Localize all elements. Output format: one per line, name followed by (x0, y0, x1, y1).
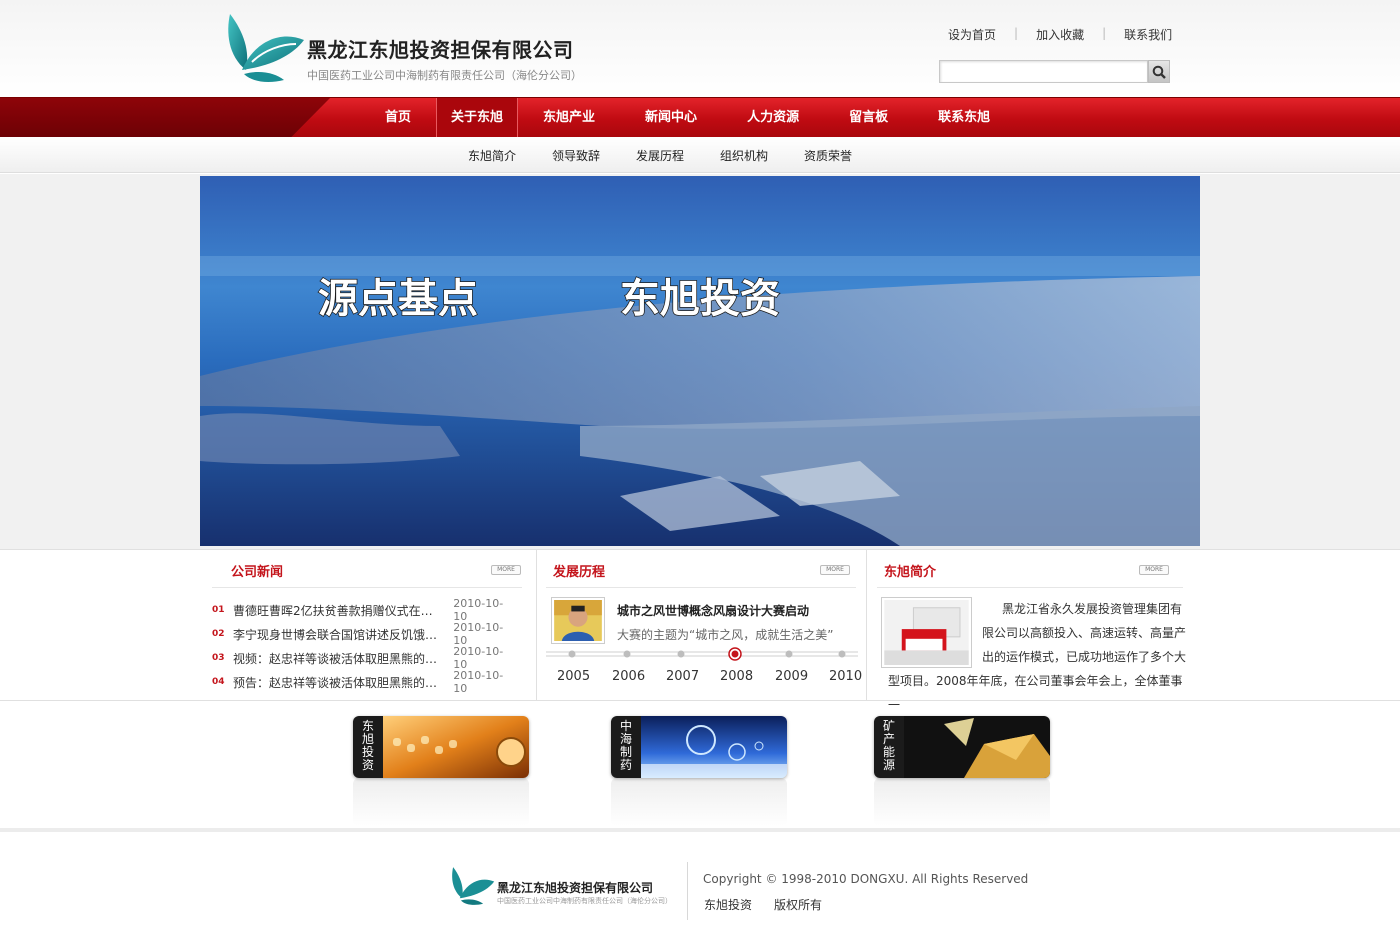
footer-company-name: 黑龙江东旭投资担保有限公司 (497, 881, 654, 895)
person-photo[interactable] (551, 597, 605, 644)
news-number: 03 (212, 653, 225, 663)
add-favorite-link[interactable]: 加入收藏 (1018, 26, 1102, 42)
product-card-pharma[interactable]: 中海制药 (611, 716, 787, 778)
year-label[interactable]: 2010 (829, 669, 862, 684)
news-number: 01 (212, 605, 225, 615)
news-number: 02 (212, 629, 225, 639)
subnav-intro[interactable]: 东旭简介 (450, 147, 534, 164)
year-label[interactable]: 2005 (557, 669, 590, 684)
subnav-honors[interactable]: 资质荣誉 (786, 147, 870, 164)
sub-nav: 东旭简介 领导致辞 发展历程 组织机构 资质荣誉 (0, 137, 1400, 173)
news-date: 2010-10-10 (453, 645, 504, 671)
news-title[interactable]: 曹德旺曹晖2亿扶贫善款捐赠仪式在… (233, 602, 452, 619)
column-divider (536, 549, 537, 701)
footer-butterfly-logo (452, 867, 495, 905)
news-title[interactable]: 视频：赵忠祥等谈被活体取胆黑熊的… (233, 650, 452, 667)
butterfly-logo[interactable] (222, 12, 306, 84)
nav-home[interactable]: 首页 (370, 98, 426, 138)
product-label: 东旭投资 (353, 716, 383, 778)
product-card-energy[interactable]: 矿产能源 (874, 716, 1050, 778)
search-input[interactable] (939, 60, 1148, 83)
nav-contact[interactable]: 联系东旭 (923, 98, 1005, 138)
banner-slogan-2: 东旭投资 (620, 275, 780, 322)
content-section (0, 549, 1400, 701)
product-card-investment[interactable]: 东旭投资 (353, 716, 529, 778)
nav-industry[interactable]: 东旭产业 (528, 98, 610, 138)
search-button[interactable] (1148, 60, 1170, 83)
year-label-active[interactable]: 2008 (720, 669, 753, 684)
list-item[interactable]: 04 预告：赵忠祥等谈被活体取胆黑熊的… 2010-10-10 (212, 669, 517, 695)
banner-image[interactable]: 源点基点 东旭投资 (200, 176, 1200, 546)
news-list: 01 曹德旺曹晖2亿扶贫善款捐赠仪式在… 2010-10-10 02 李宁现身世… (212, 597, 517, 695)
timeline-slider[interactable] (546, 647, 858, 661)
main-nav: 首页 关于东旭 东旭产业 新闻中心 人力资源 留言板 联系东旭 (0, 97, 1400, 138)
title-underline (546, 587, 856, 588)
title-underline (877, 587, 1183, 588)
news-title[interactable]: 李宁现身世博会联合国馆讲述反饥饿… (233, 626, 452, 643)
mineral-image (904, 716, 1050, 778)
footer-separator (687, 862, 688, 920)
footer-company-subtitle: 中国医药工业公司中海制药有限责任公司（海伦分公司） (497, 897, 672, 905)
top-links: 设为首页 | 加入收藏 | 联系我们 (930, 26, 1190, 42)
set-homepage-link[interactable]: 设为首页 (930, 26, 1014, 42)
news-title[interactable]: 预告：赵忠祥等谈被活体取胆黑熊的… (233, 674, 452, 691)
subnav-leader-speech[interactable]: 领导致辞 (534, 147, 618, 164)
product-label: 中海制药 (611, 716, 641, 778)
year-label[interactable]: 2009 (775, 669, 808, 684)
product-label: 矿产能源 (874, 716, 904, 778)
column-divider (866, 549, 867, 701)
text-float-spacer (888, 597, 982, 669)
footer-link-dongxu[interactable]: 东旭投资 (704, 896, 752, 913)
nav-hr[interactable]: 人力资源 (732, 98, 814, 138)
nav-decoration (0, 98, 330, 138)
water-bubble-image (641, 716, 787, 778)
subnav-history[interactable]: 发展历程 (618, 147, 702, 164)
footer-link-copyright[interactable]: 版权所有 (774, 896, 822, 913)
news-date: 2010-10-10 (453, 621, 504, 647)
copyright-text: Copyright © 1998-2010 DONGXU. All Rights… (703, 872, 1029, 886)
nav-about[interactable]: 关于东旭 (436, 98, 519, 138)
subnav-organization[interactable]: 组织机构 (702, 147, 786, 164)
history-more-button[interactable]: MORE (820, 565, 850, 575)
intro-more-button[interactable]: MORE (1139, 565, 1169, 575)
history-section-title: 发展历程 (553, 565, 606, 580)
product-label-text: 中海制药 (619, 719, 632, 772)
product-label-text: 矿产能源 (882, 719, 895, 772)
news-section-title: 公司新闻 (231, 565, 284, 580)
news-more-button[interactable]: MORE (491, 565, 521, 575)
company-name: 黑龙江东旭投资担保有限公司 (307, 38, 574, 62)
product-label-text: 东旭投资 (361, 719, 374, 772)
footer-links: 东旭投资 版权所有 (704, 896, 844, 913)
year-label[interactable]: 2006 (612, 669, 645, 684)
title-underline (212, 587, 522, 588)
card-reflection (874, 778, 1050, 826)
news-date: 2010-10-10 (453, 669, 504, 695)
history-description: 大赛的主题为“城市之风，成就生活之美” (617, 628, 834, 642)
gold-abacus-image (383, 716, 529, 778)
history-headline[interactable]: 城市之风世博概念风扇设计大赛启动 (617, 602, 809, 619)
card-reflection (611, 778, 787, 826)
news-date: 2010-10-10 (453, 597, 504, 623)
news-number: 04 (212, 677, 225, 687)
intro-section-title: 东旭简介 (884, 565, 937, 580)
nav-guestbook[interactable]: 留言板 (834, 98, 903, 138)
card-reflection (353, 778, 529, 826)
search-icon (1152, 65, 1166, 79)
site-header (0, 0, 1400, 97)
nav-news[interactable]: 新闻中心 (630, 98, 712, 138)
company-subtitle: 中国医药工业公司中海制药有限责任公司（海伦分公司） (307, 69, 582, 82)
list-item[interactable]: 03 视频：赵忠祥等谈被活体取胆黑熊的… 2010-10-10 (212, 645, 517, 671)
footer-divider (0, 828, 1400, 832)
year-label[interactable]: 2007 (666, 669, 699, 684)
list-item[interactable]: 01 曹德旺曹晖2亿扶贫善款捐赠仪式在… 2010-10-10 (212, 597, 517, 623)
list-item[interactable]: 02 李宁现身世博会联合国馆讲述反饥饿… 2010-10-10 (212, 621, 517, 647)
intro-text: 黑龙江省永久发展投资管理集团有限公司以高额投入、高速运转、高量产出的运作模式，已… (888, 597, 1190, 717)
contact-us-link[interactable]: 联系我们 (1106, 26, 1190, 42)
banner-slogan-1: 源点基点 (318, 275, 478, 322)
